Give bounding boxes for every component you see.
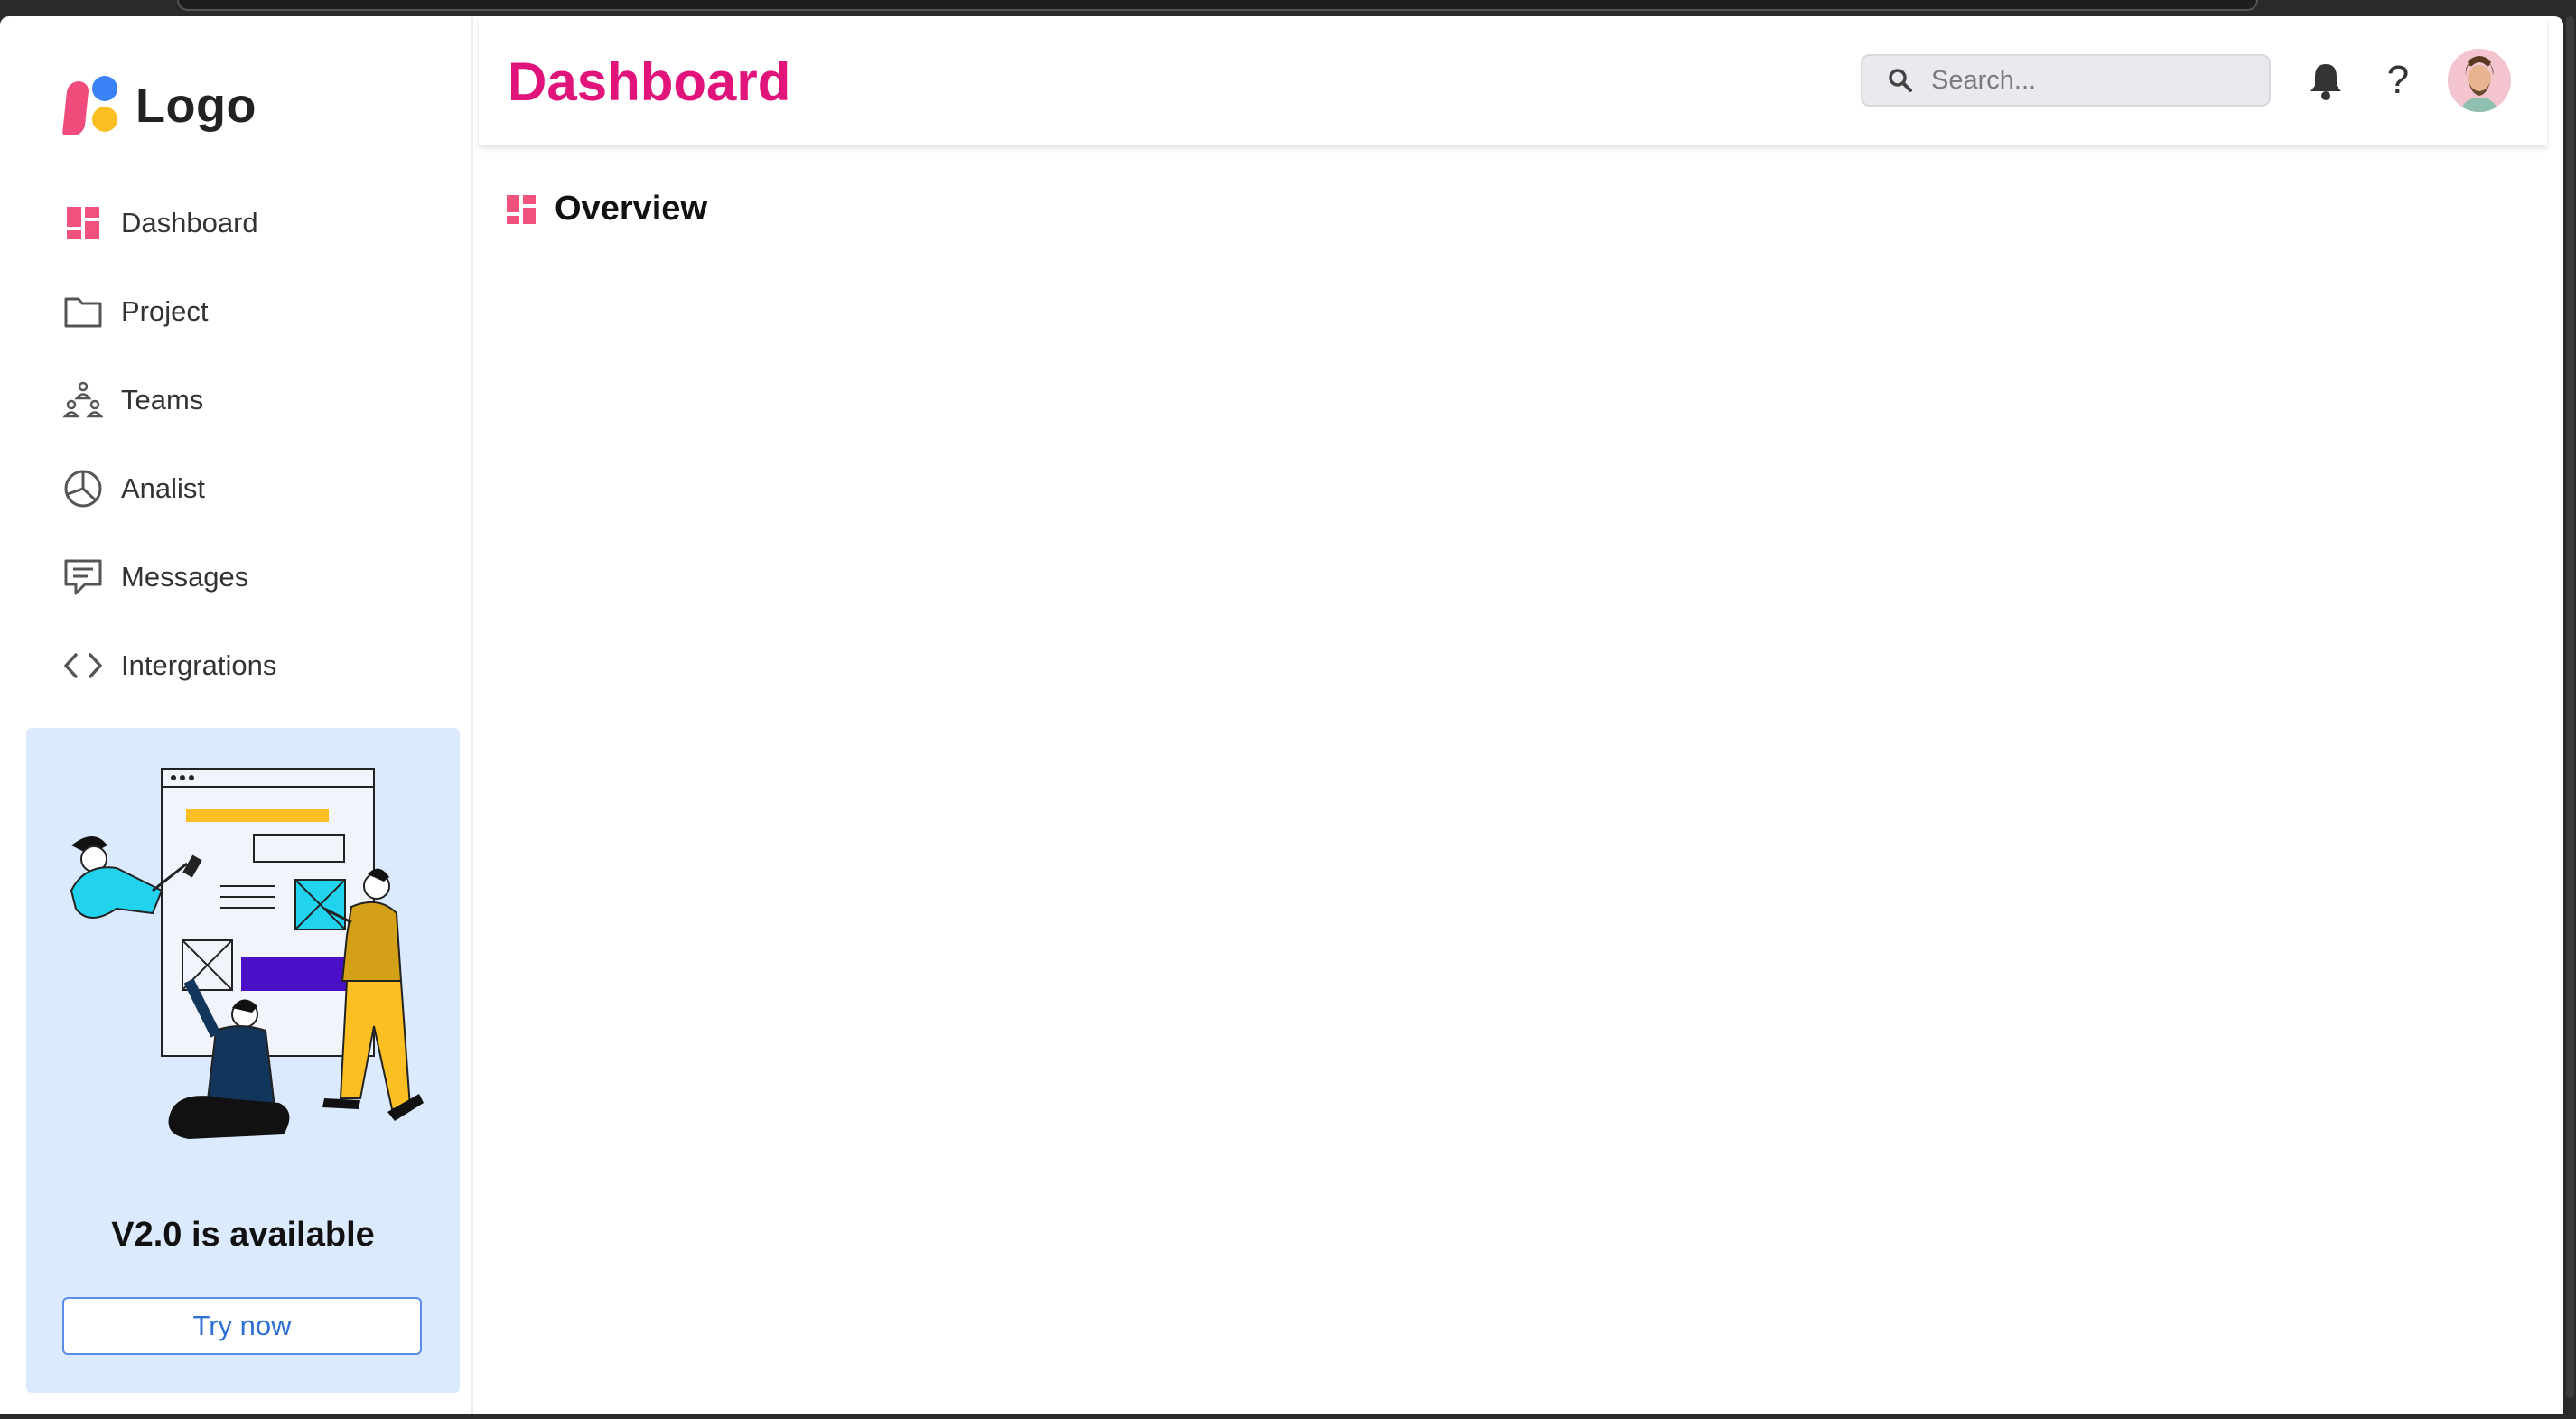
code-icon [61,644,105,687]
sidebar-item-teams[interactable]: Teams [61,356,459,444]
window-scrollbar[interactable] [2563,0,2576,1419]
sidebar-item-label: Teams [121,384,204,415]
pie-chart-icon [61,467,105,510]
sidebar-item-label: Analist [121,472,206,504]
sidebar-item-intergrations[interactable]: Intergrations [61,621,459,710]
sidebar-item-label: Messages [121,561,249,593]
search-icon [1889,69,1912,92]
sidebar-item-label: Dashboard [121,207,258,238]
message-icon [61,555,105,599]
top-header: Dashboard ? [479,16,2547,145]
section-title: Overview [555,190,707,228]
sidebar-item-messages[interactable]: Messages [61,533,459,621]
upgrade-promo-card: V2.0 is available Try now [26,728,460,1393]
logo-text: Logo [135,79,257,133]
sidebar: Logo Dashboard Project Teams Analist Mes… [0,16,473,1414]
logo-mark-icon [61,76,121,135]
notification-bell-icon[interactable] [2303,58,2348,103]
search-input[interactable] [1929,64,2258,97]
sidebar-item-analist[interactable]: Analist [61,444,459,533]
sidebar-item-label: Intergrations [121,649,277,681]
sidebar-item-label: Project [121,295,209,327]
avatar[interactable] [2448,49,2511,112]
logo[interactable]: Logo [61,74,257,137]
team-collaboration-illustration [70,768,424,1139]
dashboard-icon [507,194,536,224]
try-now-button[interactable]: Try now [62,1297,422,1355]
teams-icon [61,378,105,422]
sidebar-item-dashboard[interactable]: Dashboard [61,179,459,267]
folder-icon [61,290,105,333]
promo-title: V2.0 is available [111,1216,375,1254]
app-window: Logo Dashboard Project Teams Analist Mes… [0,16,2563,1414]
overview-section-header: Overview [506,190,707,229]
dashboard-icon [61,201,105,245]
sidebar-item-project[interactable]: Project [61,267,459,356]
sidebar-nav: Dashboard Project Teams Analist Messages… [61,179,459,710]
search-box[interactable] [1861,54,2271,107]
browser-top-strip [177,0,2258,11]
help-icon[interactable]: ? [2375,58,2421,103]
page-title: Dashboard [508,51,791,112]
